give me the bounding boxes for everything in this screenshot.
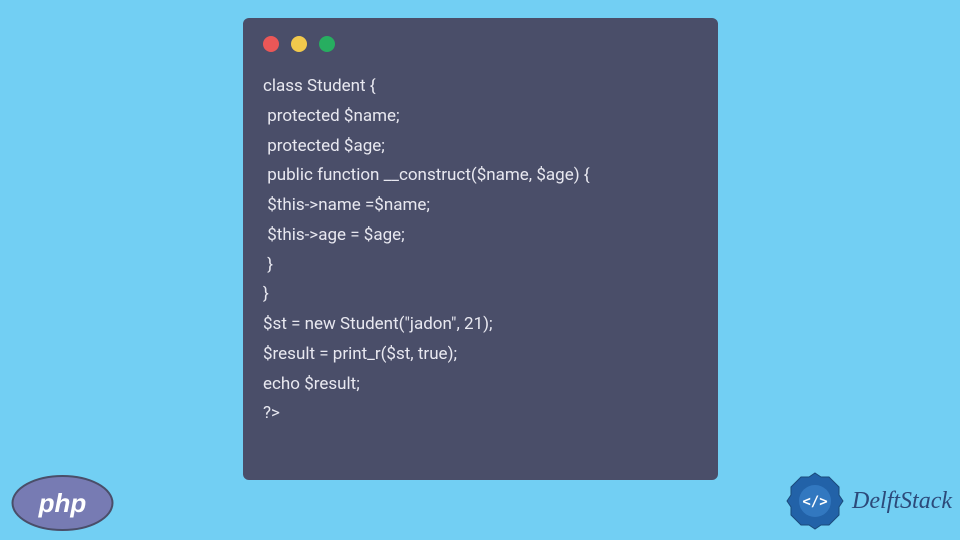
code-line: protected $name; [263,106,400,126]
code-window: class Student { protected $name; protect… [243,18,718,480]
code-line: $this->name =$name; [263,195,430,215]
code-line: $st = new Student("jadon", 21); [263,314,493,334]
code-content: class Student { protected $name; protect… [263,72,698,429]
code-line: } [263,284,269,304]
svg-text:</>: </> [802,494,827,510]
window-controls [263,36,698,52]
delft-brand-text: DelftStack [852,488,952,515]
code-line: echo $result; [263,374,360,394]
code-line: protected $age; [263,136,385,156]
php-logo-icon: php [10,474,115,532]
maximize-icon [319,36,335,52]
code-line: class Student { [263,76,376,96]
code-line: public function __construct($name, $age)… [263,165,590,185]
delft-logo: </> DelftStack [784,470,952,532]
code-line: ?> [263,403,280,423]
code-line: $this->age = $age; [263,225,405,245]
minimize-icon [291,36,307,52]
code-line: $result = print_r($st, true); [263,344,457,364]
svg-text:php: php [38,488,87,518]
close-icon [263,36,279,52]
delft-gear-icon: </> [784,470,846,532]
php-logo: php [10,474,115,532]
code-line: } [263,255,273,275]
